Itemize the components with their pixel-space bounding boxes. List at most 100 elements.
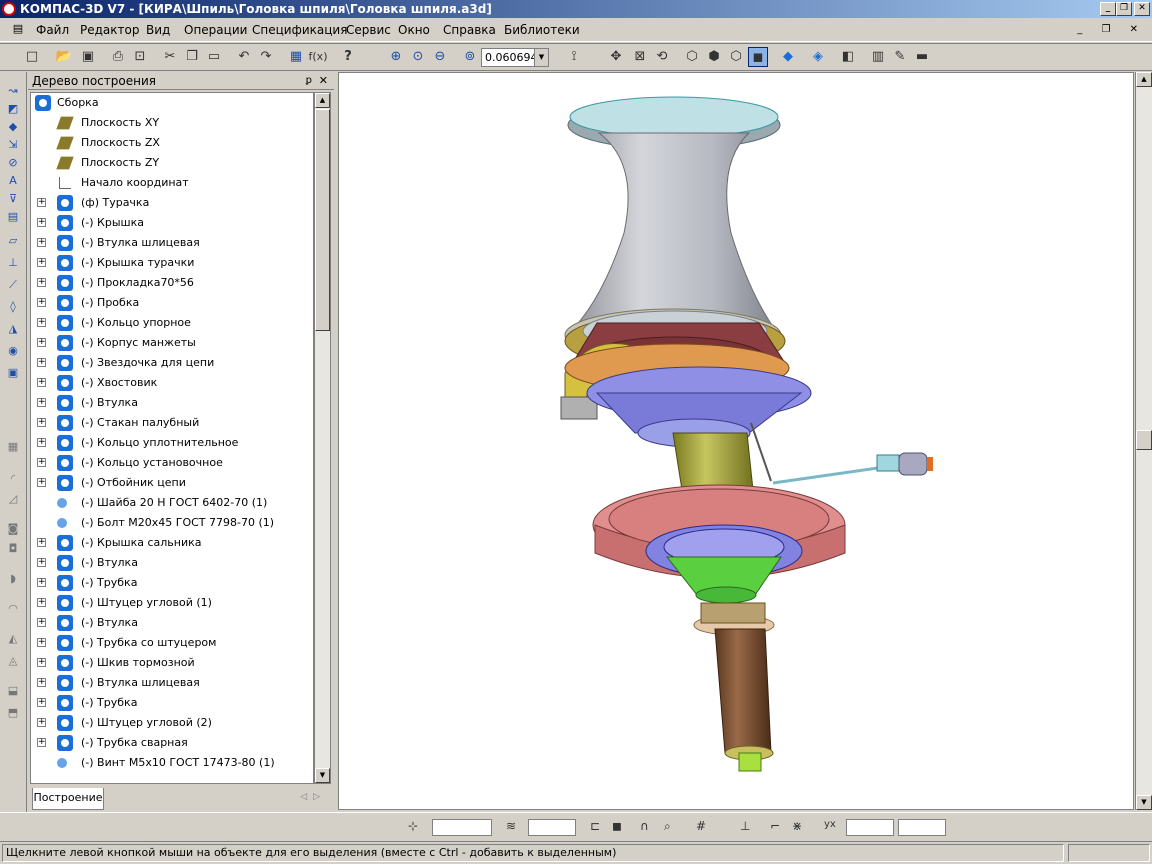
flange-icon[interactable]: ⬓ <box>5 684 21 698</box>
revolve-icon[interactable]: ◉ <box>5 344 21 358</box>
tree-item[interactable]: + (-) Трубка <box>31 693 313 713</box>
close-button[interactable]: ✕ <box>1134 2 1150 16</box>
expand-icon[interactable]: + <box>37 538 46 547</box>
surface-icon[interactable]: ◊ <box>5 300 21 314</box>
rotate-icon[interactable]: ⟲ <box>652 47 672 67</box>
tree-item[interactable]: + (-) Втулка шлицевая <box>31 233 313 253</box>
menu-specification[interactable]: Спецификация <box>252 23 347 37</box>
document-icon[interactable]: ▤ <box>10 22 26 36</box>
tree-root-item[interactable]: Сборка <box>31 93 313 113</box>
tree-item[interactable]: + (-) Отбойник цепи <box>31 473 313 493</box>
local-cs-icon[interactable]: ⊏ <box>590 819 600 833</box>
expand-icon[interactable]: + <box>37 198 46 207</box>
wireframe-icon[interactable]: ⬡ <box>682 47 702 67</box>
menu-window[interactable]: Окно <box>398 23 430 37</box>
menu-libraries[interactable]: Библиотеки <box>504 23 580 37</box>
pin-icon[interactable]: ꝑ <box>306 72 312 90</box>
expand-icon[interactable]: + <box>37 418 46 427</box>
tree-item[interactable]: + (-) Втулка шлицевая <box>31 673 313 693</box>
plane-icon[interactable]: ▱ <box>5 234 21 248</box>
undo-icon[interactable]: ↶ <box>234 47 254 67</box>
expand-icon[interactable]: + <box>37 218 46 227</box>
weld-icon[interactable]: ⬒ <box>5 706 21 720</box>
axis-icon[interactable]: ⊥ <box>5 256 21 270</box>
tree-view[interactable]: Сборка Плоскость XY Плоскость ZX Плоскость… <box>30 92 314 784</box>
maximize-button[interactable]: ❐ <box>1116 2 1132 16</box>
tree-item[interactable]: + (-) Хвостовик <box>31 373 313 393</box>
tree-item[interactable]: Плоскость ZY <box>31 153 313 173</box>
expand-icon[interactable]: + <box>37 718 46 727</box>
close-icon[interactable]: ✕ <box>319 72 328 90</box>
shaded-icon[interactable]: ◼ <box>748 47 768 67</box>
kompas-app-icon[interactable] <box>2 2 16 16</box>
assembly-model-3d[interactable] <box>339 73 1134 810</box>
menu-service[interactable]: Сервис <box>346 23 391 37</box>
mate-icon[interactable]: ⇲ <box>5 138 21 152</box>
expand-icon[interactable]: + <box>37 298 46 307</box>
tree-item[interactable]: + (-) Трубка <box>31 573 313 593</box>
grid-icon[interactable]: # <box>696 819 706 833</box>
split-icon[interactable]: ◭ <box>5 632 21 646</box>
help-icon[interactable]: ? <box>338 47 358 67</box>
minimize-button[interactable]: _ <box>1100 2 1116 16</box>
expand-icon[interactable]: + <box>37 678 46 687</box>
variables-icon[interactable]: ▦ <box>286 47 306 67</box>
section-icon[interactable]: ◧ <box>838 47 858 67</box>
loft-icon[interactable]: ▣ <box>5 366 21 380</box>
print-icon[interactable]: ⎙ <box>108 47 128 67</box>
expand-icon[interactable]: + <box>37 458 46 467</box>
spec-icon[interactable]: ▤ <box>5 210 21 224</box>
filter-icon[interactable]: ⊽ <box>5 192 21 206</box>
hidden-lines-icon[interactable]: ⬢ <box>704 47 724 67</box>
preview-icon[interactable]: ⊡ <box>130 47 150 67</box>
expand-icon[interactable]: + <box>37 398 46 407</box>
rib-icon[interactable]: ◗ <box>5 572 21 586</box>
zoom-all-icon[interactable]: ⊠ <box>630 47 650 67</box>
scroll-down-arrow[interactable]: ▼ <box>1136 795 1152 810</box>
x-coordinate-field[interactable] <box>846 819 894 836</box>
expand-icon[interactable]: + <box>37 658 46 667</box>
expand-icon[interactable]: + <box>37 278 46 287</box>
tree-item[interactable]: + (-) Трубка со штуцером <box>31 633 313 653</box>
bindings-icon[interactable]: ⋇ <box>792 819 802 833</box>
tree-item[interactable]: + (-) Штуцер угловой (1) <box>31 593 313 613</box>
tree-item[interactable]: + (-) Крышка турачки <box>31 253 313 273</box>
menu-operations[interactable]: Операции <box>184 23 247 37</box>
array-icon[interactable]: ▦ <box>5 440 21 454</box>
expand-icon[interactable]: + <box>37 578 46 587</box>
tree-item[interactable]: + (-) Стакан палубный <box>31 413 313 433</box>
orientation-icon[interactable]: ⟟ <box>564 47 584 67</box>
edit-part-icon[interactable]: ◩ <box>5 102 21 116</box>
sketch-icon[interactable]: ↝ <box>5 84 21 98</box>
ortho-icon[interactable]: ⊥ <box>740 819 750 833</box>
shell-icon[interactable]: ◘ <box>5 542 21 556</box>
expand-icon[interactable]: + <box>37 438 46 447</box>
tree-item[interactable]: + (-) Кольцо упорное <box>31 313 313 333</box>
mirror-icon[interactable]: ◬ <box>5 654 21 668</box>
dimension-icon[interactable]: A <box>5 174 21 188</box>
magnet-icon[interactable]: ∩ <box>640 819 649 833</box>
layer-icon[interactable]: ≋ <box>506 819 516 833</box>
tab-build[interactable]: Построение <box>32 788 104 810</box>
model-viewport[interactable] <box>338 72 1134 810</box>
tree-item[interactable]: (-) Болт М20х45 ГОСТ 7798-70 (1) <box>31 513 313 533</box>
expand-icon[interactable]: + <box>37 618 46 627</box>
expand-icon[interactable]: + <box>37 338 46 347</box>
expand-icon[interactable]: + <box>37 598 46 607</box>
tree-item[interactable]: + (ф) Турачка <box>31 193 313 213</box>
menu-file[interactable]: Файл <box>36 23 69 37</box>
scroll-thumb[interactable] <box>1136 430 1152 450</box>
snap-icon[interactable]: ⊹ <box>408 819 418 833</box>
tree-item[interactable]: + (-) Прокладка70*56 <box>31 273 313 293</box>
tree-item[interactable]: Начало координат <box>31 173 313 193</box>
tree-item[interactable]: + (-) Звездочка для цепи <box>31 353 313 373</box>
zoom-out-icon[interactable]: ⊖ <box>430 47 450 67</box>
redo-icon[interactable]: ↷ <box>256 47 276 67</box>
expand-icon[interactable]: + <box>37 638 46 647</box>
view-cs-icon[interactable]: ◼ <box>612 819 622 833</box>
zoom-scale-field[interactable]: 0.060694 ▼ <box>481 48 549 67</box>
curve-icon[interactable]: ⟋ <box>5 278 21 292</box>
expand-icon[interactable]: + <box>37 698 46 707</box>
expand-icon[interactable]: + <box>37 258 46 267</box>
properties-icon[interactable]: ▥ <box>868 47 888 67</box>
